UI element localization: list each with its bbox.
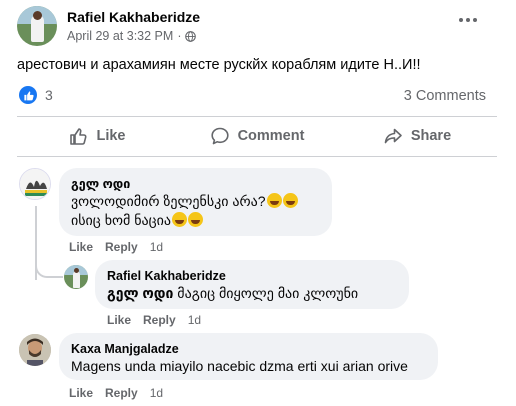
like-count: 3 xyxy=(45,87,53,103)
post-meta: April 29 at 3:32 PM · xyxy=(67,29,197,43)
reply-reply-link[interactable]: Reply xyxy=(143,313,176,327)
comment-author[interactable]: გელ ოდი xyxy=(71,176,320,192)
reply-author-avatar[interactable] xyxy=(64,265,88,289)
reply-bubble: Rafiel Kakhaberidze გელ ოდი მაგიც მიყოლე… xyxy=(95,260,409,309)
author-avatar[interactable] xyxy=(17,6,57,46)
like-button[interactable]: Like xyxy=(17,117,177,155)
comment-actions: Like Reply 1d xyxy=(69,240,163,254)
laughing-face-icon xyxy=(172,212,187,227)
reactions-summary[interactable]: 3 xyxy=(19,86,53,104)
post-card: Rafiel Kakhaberidze April 29 at 3:32 PM … xyxy=(0,0,516,406)
thumbs-up-icon xyxy=(19,86,37,104)
share-button-label: Share xyxy=(410,128,452,144)
share-button[interactable]: Share xyxy=(337,117,497,155)
reply-text: გელ ოდი მაგიც მიყოლე მაი კლოუნი xyxy=(107,285,359,301)
thinking-face-icon xyxy=(266,193,282,208)
commenter-avatar[interactable] xyxy=(19,168,51,200)
comment-time[interactable]: 1d xyxy=(150,386,163,400)
comment-text-line: ისიც ხომ ნაცია xyxy=(71,211,320,230)
reply-mention[interactable]: გელ ოდი xyxy=(107,285,173,301)
comment-reply-link[interactable]: Reply xyxy=(105,240,138,254)
comment-like-link[interactable]: Like xyxy=(69,240,93,254)
comment-button[interactable]: Comment xyxy=(177,117,337,155)
post-text: арестович и арахамиян месте рускйх кораб… xyxy=(17,57,421,73)
thread-curve xyxy=(35,262,63,278)
reply-like-link[interactable]: Like xyxy=(107,313,131,327)
comment-bubble: გელ ოდი ვოლოდიმირ ზელენსკი არა? ისიც ხომ… xyxy=(59,168,332,236)
globe-icon[interactable] xyxy=(185,30,197,42)
comment-bubble: Kaxa Manjgaladze Magens unda miayilo nac… xyxy=(59,333,438,380)
post-actions: Like Comment Share xyxy=(17,117,497,155)
comment-text: Magens unda miayilo nacebic dzma erti xu… xyxy=(71,358,408,374)
thinking-face-icon xyxy=(282,193,298,208)
post-date[interactable]: April 29 at 3:32 PM xyxy=(67,29,173,43)
like-button-label: Like xyxy=(96,128,126,144)
meta-separator: · xyxy=(177,29,182,43)
more-options-icon[interactable] xyxy=(459,18,477,24)
share-icon xyxy=(384,128,402,144)
post-author-name[interactable]: Rafiel Kakhaberidze xyxy=(67,9,200,25)
thumbs-up-outline-icon xyxy=(70,128,88,145)
reply-time[interactable]: 1d xyxy=(188,313,201,327)
comment-reply-link[interactable]: Reply xyxy=(105,386,138,400)
comment-actions: Like Reply 1d xyxy=(69,386,163,400)
comment-time[interactable]: 1d xyxy=(150,240,163,254)
comment-icon xyxy=(210,127,229,145)
comment-author[interactable]: Kaxa Manjgaladze xyxy=(71,341,426,357)
divider xyxy=(17,156,497,157)
laughing-face-icon xyxy=(188,212,203,227)
commenter-avatar[interactable] xyxy=(19,334,51,366)
comment-text-line: ვოლოდიმირ ზელენსკი არა? xyxy=(71,192,320,211)
comment-button-label: Comment xyxy=(237,128,305,144)
comments-count-link[interactable]: 3 Comments xyxy=(404,88,486,104)
comment-like-link[interactable]: Like xyxy=(69,386,93,400)
reply-actions: Like Reply 1d xyxy=(107,313,201,327)
reply-author[interactable]: Rafiel Kakhaberidze xyxy=(107,268,397,284)
